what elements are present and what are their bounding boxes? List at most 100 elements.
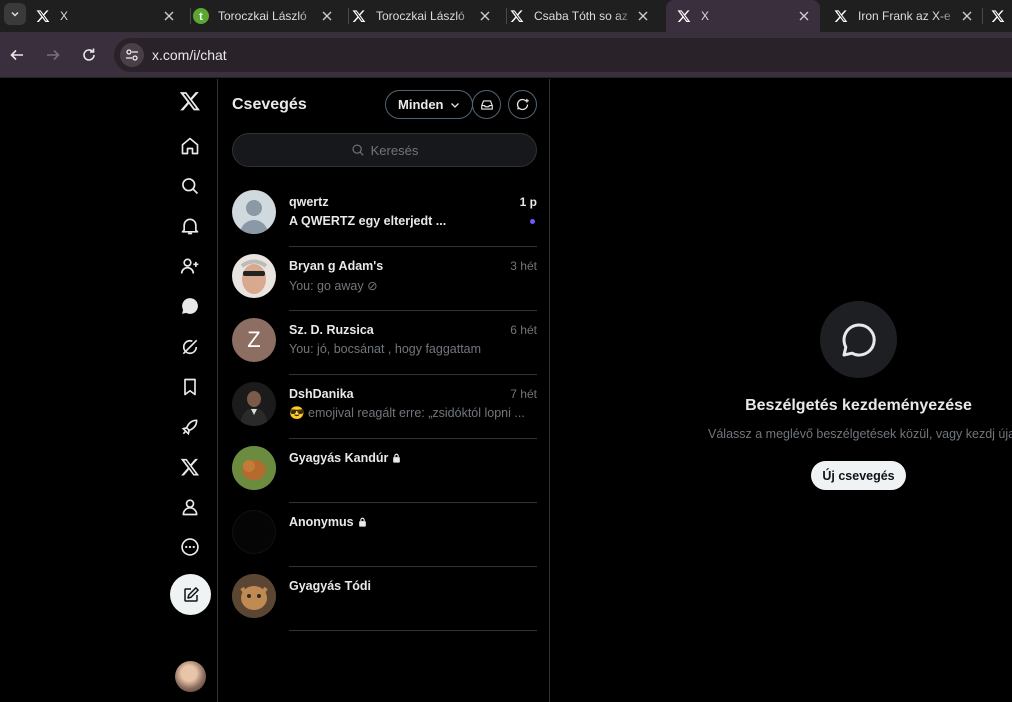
- rocket-icon: [181, 419, 198, 436]
- conversation-name: Anonymus: [289, 515, 367, 529]
- nav-grok[interactable]: [178, 335, 202, 359]
- filter-label: Minden: [398, 97, 444, 112]
- nav-bookmarks[interactable]: [178, 375, 202, 399]
- conversation-name: Gyagyás Tódi: [289, 579, 371, 593]
- conversation-item[interactable]: qwertz 1 p A QWERTZ egy elterjedt ...: [232, 183, 537, 247]
- x-logo-icon: [351, 8, 367, 24]
- close-tab-icon[interactable]: [161, 8, 177, 24]
- account-avatar[interactable]: [175, 661, 206, 692]
- reload-button[interactable]: [77, 43, 101, 67]
- chat-bubble-icon: [820, 301, 897, 378]
- conversation-name: Gyagyás Kandúr: [289, 451, 401, 465]
- home-icon: [181, 137, 199, 155]
- conversation-time: 3 hét: [510, 259, 537, 273]
- reload-icon: [83, 48, 95, 61]
- avatar-photo: [232, 446, 276, 490]
- browser-tab[interactable]: Toroczkai László: [351, 0, 501, 32]
- nav-follow[interactable]: [178, 254, 202, 278]
- chat-list-panel: Csevegés Minden Keresés qwertz 1 p A QWE…: [219, 79, 550, 702]
- tab-title: X: [60, 9, 69, 23]
- new-chat-button[interactable]: [508, 90, 537, 119]
- nav-more[interactable]: [178, 535, 202, 559]
- conversation-item[interactable]: Gyagyás Tódi: [232, 567, 537, 631]
- address-bar[interactable]: x.com/i/chat: [114, 38, 1012, 72]
- tab-title: Iron Frank az X-e: [858, 9, 951, 23]
- close-tab-icon[interactable]: [319, 8, 335, 24]
- conversation-time: 1 p: [519, 195, 537, 209]
- close-tab-icon[interactable]: [796, 8, 812, 24]
- forward-button[interactable]: [41, 43, 65, 67]
- conversation-item[interactable]: Anonymus: [232, 503, 537, 567]
- avatar-photo: [232, 510, 276, 554]
- add-person-icon: [180, 258, 199, 274]
- empty-state-subtitle: Válassz a meglévő beszélgetések közül, v…: [708, 427, 1012, 441]
- nav-explore[interactable]: [178, 174, 202, 198]
- conversation-name: qwertz: [289, 195, 329, 209]
- browser-tab[interactable]: Iron Frank az X-e: [833, 0, 983, 32]
- chat-list-title: Csevegés: [232, 96, 307, 113]
- person-icon: [182, 499, 198, 516]
- conversation-item[interactable]: Z Sz. D. Ruzsica 6 hét You: jó, bocsánat…: [232, 311, 537, 375]
- x-logo-icon: [990, 8, 1006, 24]
- more-circle-icon: [181, 538, 199, 556]
- site-info-button[interactable]: [120, 43, 144, 67]
- x-home-logo[interactable]: [178, 89, 202, 113]
- conversation-preview: 😎 emojival reagált erre: „zsidóktól lopn…: [289, 406, 525, 420]
- nav-profile[interactable]: [178, 495, 202, 519]
- close-tab-icon[interactable]: [959, 8, 975, 24]
- x-premium-icon: [180, 458, 200, 476]
- browser-tab[interactable]: t Toroczkai László: [193, 0, 343, 32]
- empty-state-title: Beszélgetés kezdeményezése: [745, 397, 972, 414]
- browser-tab-overflow[interactable]: [990, 0, 1012, 32]
- x-logo-icon: [509, 8, 525, 24]
- url-text: x.com/i/chat: [152, 47, 227, 63]
- conversation-name: Bryan g Adam's: [289, 259, 384, 273]
- x-logo-icon: [179, 92, 200, 111]
- lock-icon: [393, 453, 401, 463]
- back-button[interactable]: [5, 43, 29, 67]
- nav-rocket[interactable]: [178, 415, 202, 439]
- chat-search-input[interactable]: Keresés: [232, 133, 537, 167]
- conversation-preview: You: jó, bocsánat , hogy faggattam: [289, 342, 482, 356]
- conversation-name: DshDanika: [289, 387, 354, 401]
- conversation-item[interactable]: Gyagyás Kandúr: [232, 439, 537, 503]
- conversation-item[interactable]: DshDanika 7 hét 😎 emojival reagált erre:…: [232, 375, 537, 439]
- search-icon: [182, 178, 199, 195]
- browser-tab[interactable]: Csaba Tóth so az: [509, 0, 659, 32]
- unread-dot: [530, 219, 535, 224]
- chevron-down-icon: [11, 11, 19, 17]
- avatar-photo: [232, 382, 276, 426]
- tab-title: Toroczkai László: [218, 9, 307, 23]
- avatar-initial: Z: [232, 318, 276, 362]
- conversation-preview: You: go away ⊘: [289, 279, 378, 293]
- browser-tab-active[interactable]: X: [666, 0, 820, 32]
- tab-title: Toroczkai László: [376, 9, 465, 23]
- tab-title: Csaba Tóth so az: [534, 9, 628, 23]
- browser-tab[interactable]: X: [35, 0, 185, 32]
- close-tab-icon[interactable]: [635, 8, 651, 24]
- chat-bubble-icon: [182, 298, 198, 314]
- nav-chat[interactable]: [178, 294, 202, 318]
- search-placeholder: Keresés: [370, 142, 419, 158]
- requests-button[interactable]: [472, 90, 501, 119]
- svg-text:t: t: [199, 11, 203, 23]
- chevron-down-icon: [450, 102, 459, 108]
- nav-home[interactable]: [178, 134, 202, 158]
- nav-notifications[interactable]: [178, 214, 202, 238]
- tune-icon: [126, 49, 138, 61]
- new-chat-cta-button[interactable]: Új csevegés: [811, 461, 906, 490]
- browser-toolbar: x.com/i/chat: [0, 32, 1012, 78]
- inbox-icon: [480, 99, 493, 110]
- browser-tab-bar: X t Toroczkai László Toroczkai László Cs…: [0, 0, 1012, 32]
- tab-search-button[interactable]: [4, 3, 26, 25]
- new-message-icon: [516, 98, 529, 111]
- avatar-photo: [232, 574, 276, 618]
- nav-premium[interactable]: [178, 455, 202, 479]
- filter-dropdown[interactable]: Minden: [385, 90, 473, 119]
- compose-post-button[interactable]: [170, 574, 211, 615]
- conversation-time: 7 hét: [510, 387, 537, 401]
- close-tab-icon[interactable]: [477, 8, 493, 24]
- bookmark-icon: [184, 378, 196, 396]
- conversation-item[interactable]: Bryan g Adam's 3 hét You: go away ⊘: [232, 247, 537, 311]
- lock-icon: [358, 517, 366, 527]
